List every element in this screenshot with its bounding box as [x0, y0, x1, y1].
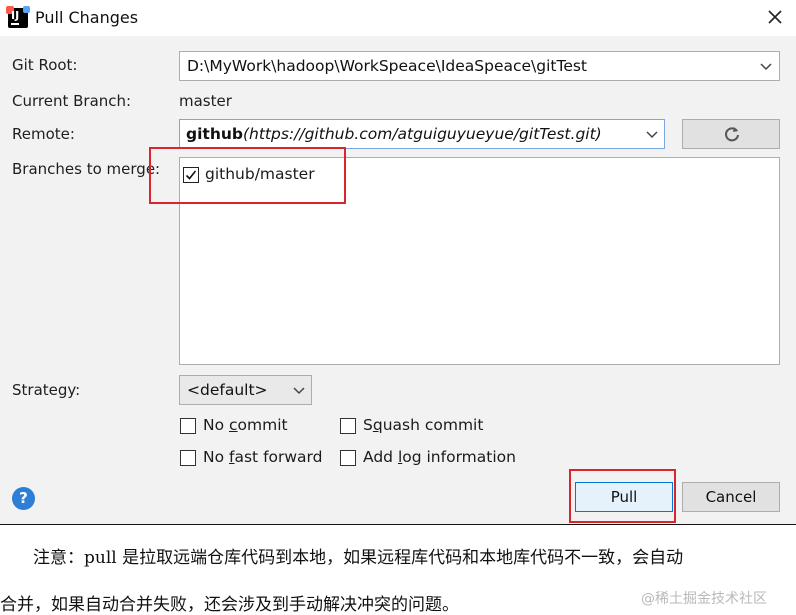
add-log-information-checkbox[interactable] — [340, 450, 356, 466]
cancel-button[interactable]: Cancel — [682, 482, 780, 512]
no-commit-label[interactable]: No commit — [203, 416, 288, 434]
strategy-label: Strategy: — [12, 381, 81, 399]
squash-text-a: S — [363, 416, 373, 434]
no-commit-checkbox[interactable] — [180, 418, 196, 434]
app-icon-bar — [11, 23, 19, 25]
highlight-box-pull — [569, 469, 676, 523]
branches-to-merge-label: Branches to merge: — [12, 160, 161, 178]
help-icon[interactable]: ? — [12, 487, 35, 510]
divider — [0, 524, 796, 525]
remote-name: github — [186, 125, 243, 143]
chevron-down-icon — [760, 63, 772, 71]
remote-url: (https://github.com/atguiguyueyue/gitTes… — [242, 125, 602, 143]
no-commit-mnemonic: c — [229, 416, 238, 434]
add-log-information-label[interactable]: Add log information — [363, 448, 516, 466]
strategy-value: <default> — [187, 381, 268, 399]
add-log-text-a: Add — [363, 448, 398, 466]
git-root-value: D:\MyWork\hadoop\WorkSpeace\IdeaSpeace\g… — [187, 57, 588, 75]
refresh-icon — [725, 127, 739, 142]
current-branch-label: Current Branch: — [12, 92, 132, 110]
no-commit-text-a: No — [203, 416, 230, 434]
chevron-down-icon — [646, 131, 658, 139]
watermark: @稀土掘金技术社区 — [641, 591, 767, 607]
squash-commit-label[interactable]: Squash commit — [363, 416, 483, 434]
squash-commit-checkbox[interactable] — [340, 418, 356, 434]
chevron-down-icon — [293, 387, 305, 395]
remote-label: Remote: — [12, 125, 75, 143]
intellij-icon: IJ — [6, 6, 30, 28]
no-fast-forward-checkbox[interactable] — [180, 450, 196, 466]
squash-text-b: uash commit — [382, 416, 484, 434]
no-ff-text-a: No — [203, 448, 230, 466]
highlight-box-branch — [149, 147, 346, 204]
no-commit-text-b: ommit — [237, 416, 288, 434]
git-root-select[interactable]: D:\MyWork\hadoop\WorkSpeace\IdeaSpeace\g… — [179, 51, 780, 81]
note-line-1: 注意：pull 是拉取远端仓库代码到本地，如果远程库代码和本地库代码不一致，会自… — [33, 548, 684, 568]
no-ff-text-b: ast forward — [234, 448, 323, 466]
app-icon-glyph: IJ — [11, 9, 20, 22]
title-bar: IJ Pull Changes — [0, 0, 796, 36]
window-title: Pull Changes — [35, 8, 139, 27]
add-log-text-b: og information — [402, 448, 516, 466]
remote-value: github(https://github.com/atguiguyueyue/… — [186, 125, 602, 143]
no-fast-forward-label[interactable]: No fast forward — [203, 448, 323, 466]
close-icon[interactable] — [764, 6, 786, 28]
refresh-remote-button[interactable] — [682, 119, 780, 149]
strategy-select[interactable]: <default> — [179, 375, 312, 405]
current-branch-value: master — [179, 92, 232, 110]
remote-select[interactable]: github(https://github.com/atguiguyueyue/… — [179, 119, 665, 149]
squash-mnemonic: q — [372, 416, 383, 434]
note-line-2: 合并，如果自动合并失败，还会涉及到手动解决冲突的问题。 — [0, 595, 459, 615]
app-icon-accent-blue — [23, 6, 30, 13]
pull-changes-dialog: IJ Pull Changes Git Root: D:\MyWork\hado… — [0, 0, 796, 524]
git-root-label: Git Root: — [12, 56, 78, 74]
